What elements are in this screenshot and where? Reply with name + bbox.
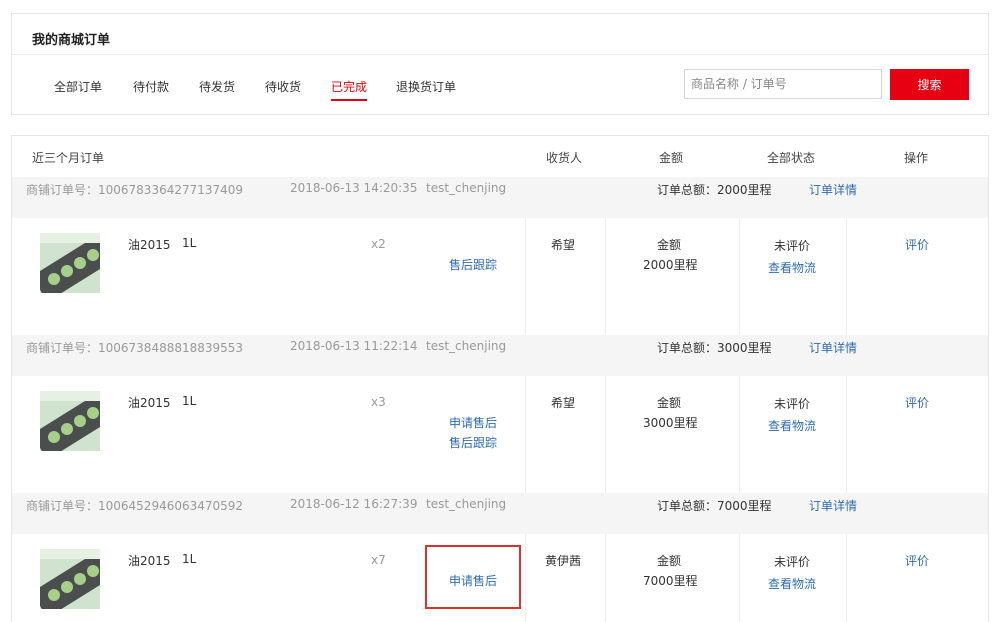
after-sale-track-link[interactable]: 售后跟踪: [449, 434, 497, 451]
product-quantity: x7: [371, 553, 386, 567]
order-user: test_chenjing: [426, 497, 507, 511]
divider: [846, 376, 847, 493]
divider: [739, 376, 740, 493]
tab-pending-shipment[interactable]: 待发货: [199, 78, 235, 95]
order-datetime: 2018-06-12 16:27:39: [290, 497, 418, 511]
divider: [846, 534, 847, 622]
order-header: 商铺订单号：1006783364277137409 2018-06-13 14:…: [12, 177, 988, 218]
amount-label: 金额: [657, 396, 682, 410]
receiver-name: 黄伊茜: [545, 554, 582, 568]
order-header: 商铺订单号：1006738488818839553 2018-06-13 11:…: [12, 335, 988, 376]
order-datetime: 2018-06-13 11:22:14: [290, 339, 418, 353]
product-thumbnail[interactable]: [40, 549, 100, 609]
view-logistics-link[interactable]: 查看物流: [768, 575, 816, 592]
order-number: 商铺订单号：1006738488818839553: [26, 341, 244, 355]
tab-returns[interactable]: 退换货订单: [396, 78, 456, 95]
divider: [605, 534, 606, 622]
product-spec: 1L: [182, 236, 197, 250]
order-detail-link[interactable]: 订单详情: [809, 181, 857, 198]
after-sale-track-link[interactable]: 售后跟踪: [449, 256, 497, 273]
divider: [12, 54, 988, 55]
col-receiver: 收货人: [546, 151, 583, 165]
order-filter-panel: 我的商城订单 全部订单 待付款 待发货 待收货 已完成 退换货订单 搜索: [11, 13, 989, 115]
order-row: 油2015 1L x2 售后跟踪 希望 金额 2000里程 未评价 查看物流 评…: [12, 218, 988, 335]
page-title: 我的商城订单: [32, 33, 111, 48]
product-thumbnail[interactable]: [40, 233, 100, 293]
product-quantity: x2: [371, 237, 386, 251]
product-name[interactable]: 油2015: [128, 394, 171, 411]
review-link[interactable]: 评价: [905, 236, 929, 253]
divider: [739, 218, 740, 335]
col-orders: 近三个月订单: [32, 151, 105, 165]
divider: [605, 218, 606, 335]
review-link[interactable]: 评价: [905, 394, 929, 411]
col-action: 操作: [904, 151, 929, 165]
list-header: 近三个月订单 收货人 金额 全部状态 操作: [12, 136, 988, 177]
search-input[interactable]: [684, 69, 882, 99]
view-logistics-link[interactable]: 查看物流: [768, 259, 816, 276]
product-thumbnail[interactable]: [40, 391, 100, 451]
col-status[interactable]: 全部状态: [767, 149, 815, 166]
order-number: 商铺订单号：1006783364277137409: [26, 183, 244, 197]
order-user: test_chenjing: [426, 181, 507, 195]
product-spec: 1L: [182, 552, 197, 566]
review-link[interactable]: 评价: [905, 552, 929, 569]
highlight-annotation: [425, 545, 521, 609]
order-detail-link[interactable]: 订单详情: [809, 497, 857, 514]
product-name[interactable]: 油2015: [128, 552, 171, 569]
tab-all-orders[interactable]: 全部订单: [54, 78, 102, 95]
amount-value: 7000里程: [643, 574, 698, 588]
divider: [525, 376, 526, 493]
divider: [846, 218, 847, 335]
divider: [739, 534, 740, 622]
order-status: 未评价: [774, 555, 811, 569]
divider: [525, 218, 526, 335]
order-status: 未评价: [774, 239, 811, 253]
order-user: test_chenjing: [426, 339, 507, 353]
divider: [525, 534, 526, 622]
tab-pending-payment[interactable]: 待付款: [133, 78, 169, 95]
order-detail-link[interactable]: 订单详情: [809, 339, 857, 356]
amount-value: 3000里程: [643, 416, 698, 430]
apply-after-sale-link[interactable]: 申请售后: [449, 414, 497, 431]
divider: [605, 376, 606, 493]
receiver-name: 希望: [551, 396, 576, 410]
order-number: 商铺订单号：1006452946063470592: [26, 499, 244, 513]
order-datetime: 2018-06-13 14:20:35: [290, 181, 418, 195]
tab-pending-receipt[interactable]: 待收货: [265, 78, 301, 95]
view-logistics-link[interactable]: 查看物流: [768, 417, 816, 434]
order-row: 油2015 1L x3 申请售后 售后跟踪 希望 金额 3000里程 未评价 查…: [12, 376, 988, 493]
search-button[interactable]: 搜索: [890, 69, 969, 100]
amount-label: 金额: [657, 554, 682, 568]
product-quantity: x3: [371, 395, 386, 409]
order-total: 订单总额：2000里程: [657, 183, 772, 197]
receiver-name: 希望: [551, 238, 576, 252]
col-amount: 金额: [659, 151, 684, 165]
product-spec: 1L: [182, 394, 197, 408]
amount-value: 2000里程: [643, 258, 698, 272]
order-total: 订单总额：3000里程: [657, 341, 772, 355]
order-status: 未评价: [774, 397, 811, 411]
amount-label: 金额: [657, 238, 682, 252]
product-name[interactable]: 油2015: [128, 236, 171, 253]
order-header: 商铺订单号：1006452946063470592 2018-06-12 16:…: [12, 493, 988, 534]
tab-completed[interactable]: 已完成: [331, 78, 368, 101]
order-total: 订单总额：7000里程: [657, 499, 772, 513]
